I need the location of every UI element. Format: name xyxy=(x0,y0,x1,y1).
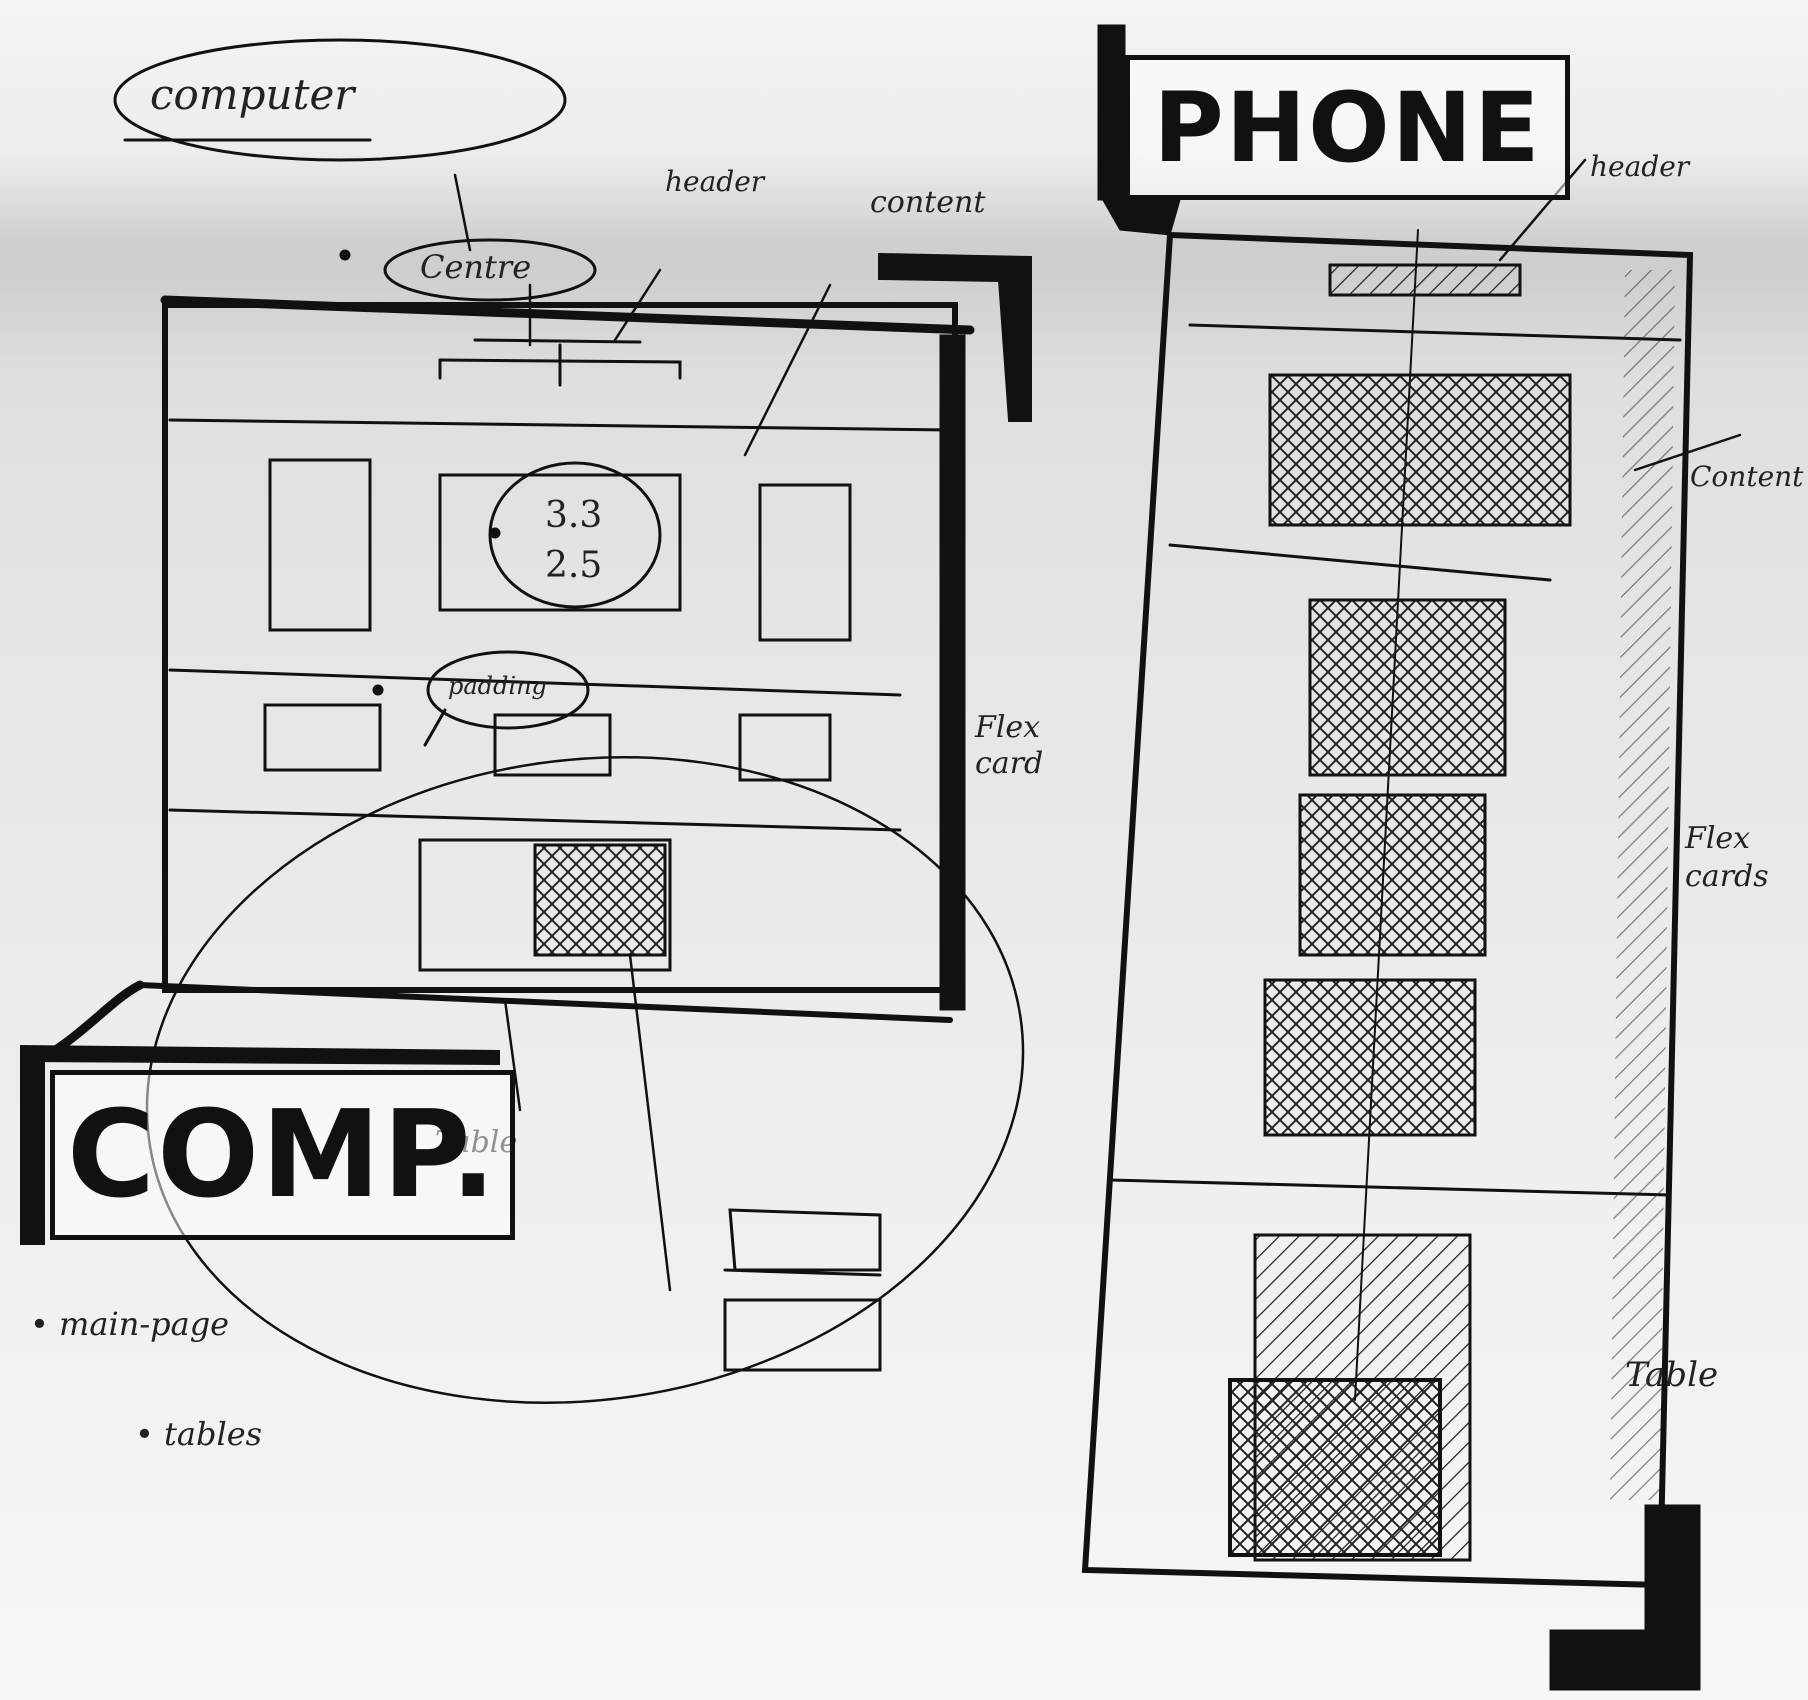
wireframe-sketch xyxy=(20,24,1742,1691)
label-phone-table: Table xyxy=(1625,1355,1719,1395)
label-content: content xyxy=(870,185,986,220)
note-main-page-text: main-page xyxy=(59,1305,230,1343)
label-flex-cards-comp: Flex card xyxy=(975,710,1044,781)
note-tables: • tables xyxy=(135,1415,263,1453)
label-number-top: 3.3 xyxy=(545,495,603,536)
label-padding: padding xyxy=(448,672,547,700)
label-header: header xyxy=(665,165,765,198)
label-phone-header: header xyxy=(1590,150,1690,183)
computer-frame xyxy=(25,38,1032,1404)
label-number-bottom: 2.5 xyxy=(545,545,603,586)
phone-title: PHONE xyxy=(1125,55,1570,200)
label-phone-flex-cards: Flex cards xyxy=(1685,821,1769,894)
comp-title: COMP. xyxy=(50,1070,515,1240)
phone-frame xyxy=(1081,24,1742,1691)
label-phone-content: Content xyxy=(1690,460,1804,493)
note-tables-text: tables xyxy=(164,1415,263,1453)
label-centre: Centre xyxy=(420,248,532,286)
label-computer: computer xyxy=(150,70,355,119)
note-main-page: • main-page xyxy=(30,1305,230,1343)
